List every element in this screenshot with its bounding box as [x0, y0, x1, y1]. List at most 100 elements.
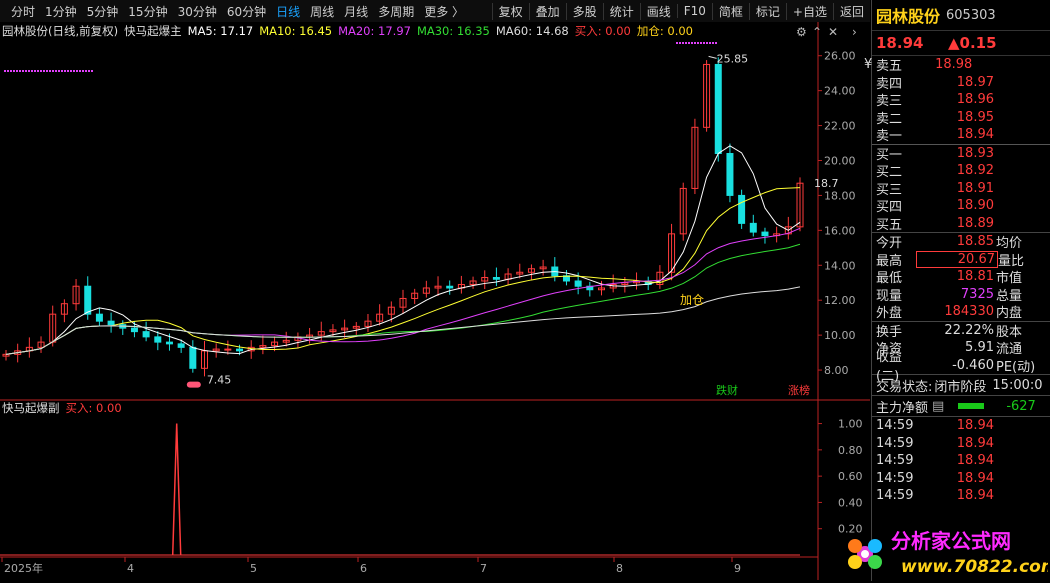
chart-up-icon[interactable]: ⌃ — [812, 25, 822, 39]
chart-collapse-icon[interactable]: › — [852, 25, 857, 39]
period-tab-5[interactable]: 60分钟 — [222, 3, 271, 20]
signal-dot — [85, 70, 87, 72]
period-tab-3[interactable]: 15分钟 — [123, 3, 172, 20]
mainflow-value: -627 — [1006, 398, 1036, 414]
trade-status: 交易状态: 闭市阶段 15:00:0 — [872, 374, 1050, 395]
period-tab-9[interactable]: 多周期 — [373, 3, 419, 20]
action-buttons: 复权 叠加 多股 统计 画线 F10 简框 标记 +自选 返回 — [491, 2, 870, 20]
action-button-7[interactable]: 标记 — [748, 2, 786, 20]
stat-row: 现量 7325 总量 — [872, 286, 1050, 304]
order-book: 卖五 ¥18.98 卖四 18.97 卖三 18.96 卖二 18.95 卖一 18.94 买一 18… — [864, 56, 1050, 233]
status-time: 15:00:0 — [992, 377, 1043, 393]
period-tab-2[interactable]: 5分钟 — [82, 3, 124, 20]
signal-dot — [715, 42, 717, 44]
chart-settings-icon[interactable]: ⚙ — [796, 25, 807, 39]
action-button-8[interactable]: +自选 — [785, 2, 833, 20]
orderbook-row[interactable]: 买五 18.89 — [872, 215, 1050, 233]
candle-body — [761, 231, 769, 237]
trade-time: 14:59 — [876, 488, 914, 504]
chart-close-icon[interactable]: ✕ — [828, 25, 838, 39]
signal-dot — [19, 70, 21, 72]
trade-time: 14:59 — [876, 470, 914, 486]
trade-price: 18.94 — [956, 418, 994, 434]
legend-indicator[interactable]: 快马起爆主 — [124, 23, 182, 39]
signal-dot — [685, 42, 687, 44]
action-button-1[interactable]: 叠加 — [528, 2, 566, 20]
legend-ma20: MA20: 17.97 — [338, 24, 411, 38]
signal-dot — [7, 70, 9, 72]
signal-dot — [691, 42, 693, 44]
period-toolbar: 分时 1分钟 5分钟 15分钟 30分钟 60分钟 日线 周线 月线 多周期 更多 〉 复权 叠加 多股… — [0, 0, 870, 23]
signal-dot — [4, 70, 6, 72]
period-tab-6[interactable]: 日线 — [271, 3, 305, 20]
orderbook-row[interactable]: 卖一 18.94 — [872, 126, 1050, 144]
action-button-6[interactable]: 简框 — [711, 2, 749, 20]
sub-legend-name[interactable]: 快马起爆副 — [2, 400, 60, 416]
signal-dot — [16, 70, 18, 72]
mainflow-menu-icon[interactable]: ▤ — [932, 399, 944, 414]
stat-label-2: 股本 — [996, 324, 1023, 340]
orderbook-row[interactable]: 买三 18.91 — [872, 180, 1050, 198]
stat-value: 7325 — [960, 286, 994, 302]
stat-row: 收益(二) -0.460 PE(动) — [872, 350, 1050, 384]
signal-dot — [703, 42, 705, 44]
watermark-logo: 分析家公式网 www.70822.com — [848, 529, 1048, 577]
stock-header: 园林股份 605303 — [872, 0, 1050, 31]
action-button-3[interactable]: 统计 — [602, 2, 640, 20]
signal-dot — [697, 42, 699, 44]
stat-label-2: PE(动) — [996, 359, 1036, 375]
stat-value: -0.460 — [952, 357, 994, 373]
orderbook-row[interactable]: 卖五 ¥18.98 — [864, 56, 1050, 74]
action-button-9[interactable]: 返回 — [832, 2, 870, 20]
signal-dot — [712, 42, 714, 44]
status-value: 闭市阶段 — [934, 379, 987, 395]
period-tab-8[interactable]: 月线 — [339, 3, 373, 20]
current-price: 18.94 — [876, 34, 924, 52]
orderbook-row[interactable]: 买四 18.90 — [872, 197, 1050, 215]
x-tick-label: 6 — [360, 562, 367, 575]
quote-panel: 园林股份 605303 18.94 ▲0.15 卖五 ¥18.98 卖四 18.97 卖… — [864, 0, 1050, 581]
signal-dot — [700, 42, 702, 44]
last-label: 18.7 — [814, 177, 839, 190]
candle-body — [84, 285, 92, 315]
period-tab-1[interactable]: 1分钟 — [40, 3, 82, 20]
period-tab-4[interactable]: 30分钟 — [173, 3, 222, 20]
period-tab-7[interactable]: 周线 — [305, 3, 339, 20]
signal-dot — [706, 42, 708, 44]
candle-body — [165, 341, 173, 345]
y-tick-label: 24.00 — [824, 85, 856, 98]
orderbook-row[interactable]: 买二 18.92 — [872, 162, 1050, 180]
add-label: 加仓 — [680, 293, 704, 307]
signal-dot — [67, 70, 69, 72]
orderbook-row[interactable]: 卖四 18.97 — [872, 74, 1050, 92]
period-tab-10[interactable]: 更多 〉 — [419, 3, 469, 20]
stock-name: 园林股份 — [876, 7, 941, 26]
sub-legend: 快马起爆副 买入: 0.00 — [2, 400, 128, 416]
trade-price: 18.94 — [956, 470, 994, 486]
trade-row: 14:59 18.94 — [872, 417, 1050, 435]
signal-dot — [46, 70, 48, 72]
trade-list[interactable]: 14:59 18.94 14:59 18.94 14:59 18.94 14:59 18.94… — [872, 416, 1050, 505]
tag-die: 跌财 — [716, 383, 738, 397]
orderbook-price: 18.95 — [956, 109, 994, 125]
stat-label-2: 市值 — [996, 271, 1023, 287]
action-button-4[interactable]: 画线 — [639, 2, 677, 20]
signal-dot — [88, 70, 90, 72]
kline-svg[interactable]: 8.00 10.00 12.00 14.00 16.00 18.00 20.00 22.00 2… — [0, 22, 870, 580]
legend-ma60: MA60: 14.68 — [495, 24, 569, 38]
kline-chart-area[interactable]: 8.00 10.00 12.00 14.00 16.00 18.00 20.00 22.00 2… — [0, 22, 870, 580]
period-tab-0[interactable]: 分时 — [6, 3, 40, 20]
action-button-2[interactable]: 多股 — [565, 2, 603, 20]
trade-time: 14:59 — [876, 418, 914, 434]
stat-value: 20.67 — [916, 250, 998, 268]
action-button-0[interactable]: 复权 — [491, 2, 529, 20]
stat-label: 现量 — [876, 288, 903, 304]
candle-body — [714, 63, 722, 155]
trade-row: 14:59 18.94 — [872, 435, 1050, 453]
action-button-5[interactable]: F10 — [676, 4, 712, 18]
orderbook-row[interactable]: 卖二 18.95 — [872, 109, 1050, 127]
orderbook-row[interactable]: 买一 18.93 — [872, 143, 1050, 163]
legend-stock: 园林股份(日线,前复权) — [2, 24, 119, 38]
orderbook-row[interactable]: 卖三 18.96 — [872, 91, 1050, 109]
orderbook-price: 18.96 — [956, 92, 994, 108]
